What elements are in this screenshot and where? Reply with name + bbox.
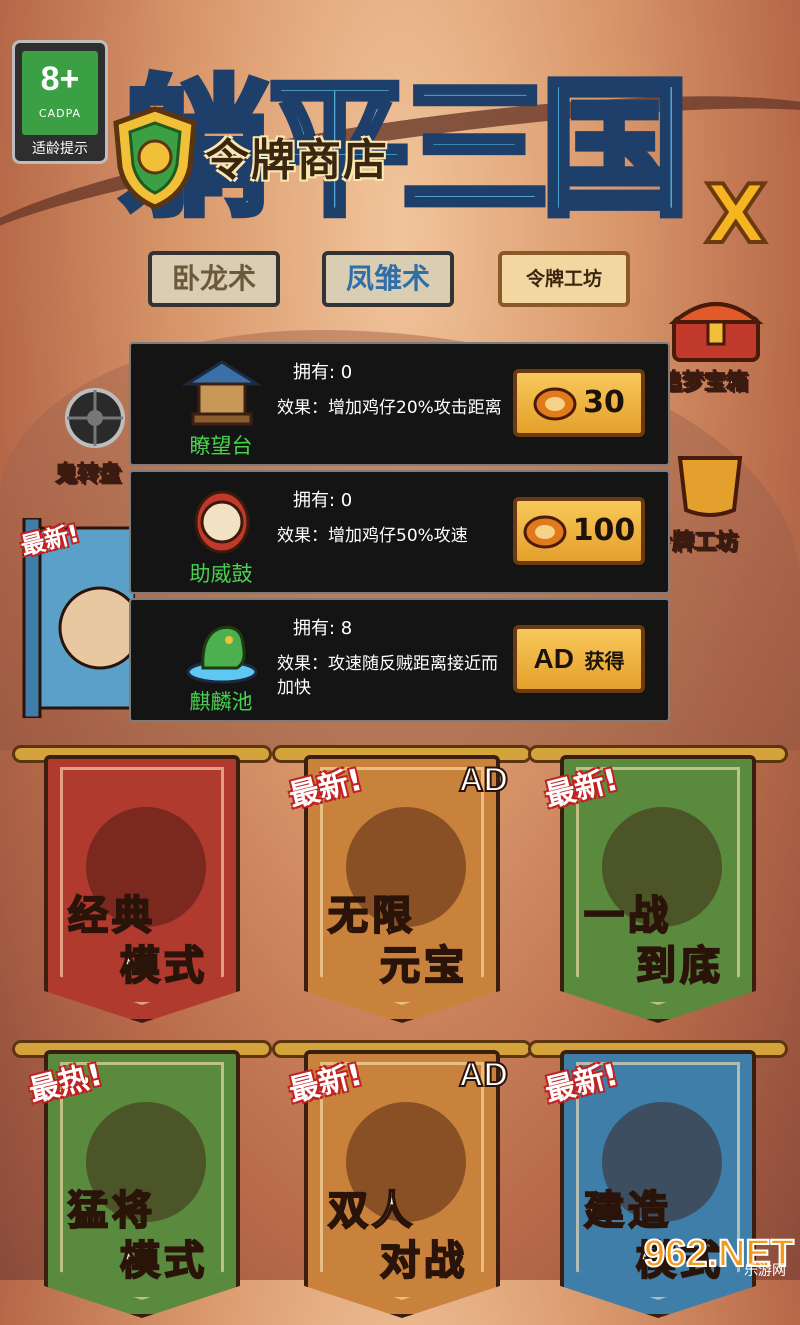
buy-button-drum[interactable]: 100 [513, 497, 645, 565]
tab-token-workshop[interactable]: 令牌工坊 [498, 251, 630, 307]
get-label: 获得 [584, 649, 625, 673]
wheel-icon[interactable] [62, 385, 128, 451]
qilin-icon [186, 625, 258, 684]
tab-fengchu[interactable]: 凤雏术 [322, 251, 454, 307]
shop-item-watchtower: 瞭望台 拥有: 0 效果：增加鸡仔20%攻击距离 30 [129, 342, 670, 466]
mode-ad-badge: AD [458, 1055, 509, 1095]
item-owned: 拥有: 0 [293, 490, 353, 511]
mode-title-line2: 到底 [635, 942, 724, 990]
item-effect: 效果：增加鸡仔50%攻速 [277, 526, 468, 546]
shop-item-qilin-pool: 麒麟池 拥有: 8 效果：攻速随反贼距离接近而加快 AD 获得 [129, 598, 670, 722]
item-name: 麒麟池 [189, 690, 253, 714]
shop-item-drum: 助威鼓 拥有: 0 效果：增加鸡仔50%攻速 100 [129, 470, 670, 594]
shop-title: 令牌商店 [205, 135, 389, 186]
buy-button-watchtower[interactable]: 30 [513, 369, 645, 437]
mode-fight-to-end[interactable]: 最新! 一战 到底 [528, 745, 788, 1030]
mode-classic[interactable]: 经典 模式 [12, 745, 272, 1030]
treasure-chest-icon[interactable] [668, 292, 764, 362]
age-rating-org: CADPA [38, 107, 82, 120]
mode-unlimited-ingots[interactable]: 最新! AD 无限 元宝 [272, 745, 532, 1030]
drum-icon [194, 490, 250, 554]
chest-label: 追梦宝箱 [659, 370, 749, 396]
mode-title-line2: 对战 [379, 1237, 468, 1285]
age-rating-label: 适龄提示 [32, 141, 88, 157]
item-owned: 拥有: 0 [293, 362, 353, 383]
age-rating-badge: 8+ CADPA 适龄提示 [12, 40, 108, 164]
tab-wolong[interactable]: 卧龙术 [148, 251, 280, 307]
logo-badge: X [703, 168, 769, 261]
item-name: 助威鼓 [189, 562, 253, 586]
shop-banner: 令牌商店 [110, 105, 530, 215]
item-effect: 效果：攻速随反贼距离接近而加快 [277, 654, 498, 698]
token-icon [533, 387, 577, 420]
mode-build[interactable]: 最新! 建造 模式 [528, 1040, 788, 1325]
mode-title-line2: 模式 [119, 1237, 208, 1285]
side-mode-banner[interactable]: 最新! [18, 516, 142, 720]
token-icon [523, 515, 567, 548]
workshop-icon[interactable] [670, 450, 750, 520]
mode-two-player[interactable]: 最新! AD 双人 对战 [272, 1040, 532, 1325]
ad-get-button[interactable]: AD 获得 [513, 625, 645, 693]
age-rating-box: 8+ CADPA [22, 51, 98, 135]
mode-ad-badge: AD [458, 760, 509, 800]
mode-general[interactable]: 最热! 猛将 模式 [12, 1040, 272, 1325]
buy-price: 30 [583, 385, 625, 420]
item-owned: 拥有: 8 [293, 618, 353, 639]
site-watermark-sub: 乐游网 [744, 1263, 786, 1279]
ad-label: AD [533, 643, 574, 674]
token-shield-icon [113, 106, 197, 210]
wheel-label: 鬼转盘 [54, 462, 122, 488]
item-name: 瞭望台 [189, 434, 253, 458]
mode-title-line2: 元宝 [379, 942, 468, 990]
mode-title-line2: 模式 [119, 942, 208, 990]
item-effect: 效果：增加鸡仔20%攻击距离 [277, 398, 502, 418]
watchtower-icon [181, 360, 263, 426]
age-rating-number: 8+ [40, 60, 80, 98]
buy-price: 100 [572, 513, 636, 548]
